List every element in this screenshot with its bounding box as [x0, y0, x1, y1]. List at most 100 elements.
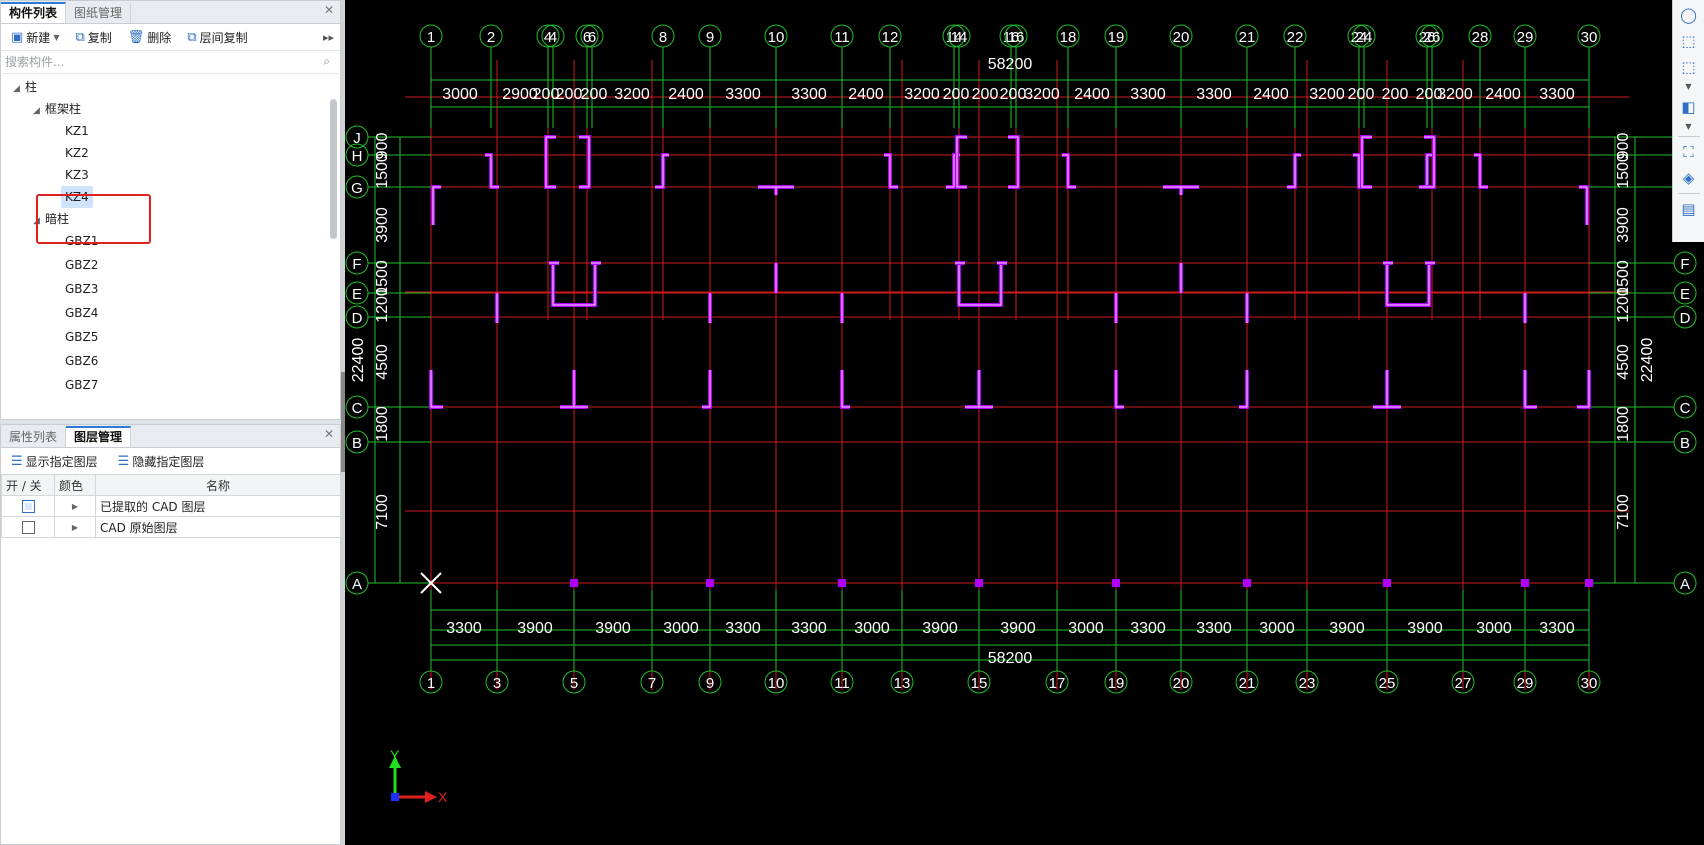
- delete-button[interactable]: 🗑 删除: [122, 26, 178, 48]
- tree-item-kz2[interactable]: KZ2: [65, 142, 89, 164]
- bottom-axis-label: 25: [1379, 675, 1396, 692]
- bottom-axis-label: 30: [1581, 675, 1598, 692]
- top-axis-label: 16: [1008, 29, 1025, 46]
- top-dimension: 200: [556, 86, 583, 103]
- tree-item-gbz4[interactable]: GBZ4: [65, 302, 98, 324]
- close-icon[interactable]: ✕: [324, 3, 334, 17]
- right-vertical-dimension: 4500: [1615, 344, 1632, 380]
- delete-label: 删除: [147, 30, 172, 45]
- collapse-arrow-icon[interactable]: ◢: [33, 100, 45, 122]
- top-dimension: 3200: [1024, 86, 1060, 103]
- tab-drawing-management[interactable]: 图纸管理: [66, 3, 132, 23]
- tab-component-list[interactable]: 构件列表: [1, 2, 67, 23]
- top-axis-label: 26: [1424, 29, 1441, 46]
- tree-item-gbz5[interactable]: GBZ5: [65, 326, 98, 348]
- floor-copy-label: 层间复制: [199, 30, 248, 45]
- hide-layer-button[interactable]: ☰ 隐藏指定图层: [112, 450, 211, 472]
- tab-layer-management[interactable]: 图层管理: [66, 426, 132, 447]
- bottom-axis-label: 19: [1108, 675, 1125, 692]
- top-dimension: 200: [1000, 86, 1027, 103]
- 3d-orbit-icon[interactable]: ◯: [1678, 4, 1700, 26]
- top-dimension: 3200: [904, 86, 940, 103]
- right-vertical-dimension: 1500: [1615, 153, 1632, 189]
- tree-item-gbz7[interactable]: GBZ7: [65, 374, 98, 394]
- search-icon[interactable]: ⌕: [323, 54, 330, 69]
- floor-copy-button[interactable]: ⧉ 层间复制: [181, 26, 253, 48]
- tree-node-column[interactable]: ◢ 柱: [13, 76, 37, 98]
- column-shape: [1008, 135, 1020, 189]
- column-shape: [840, 370, 850, 409]
- right-row-axis-label: F: [1680, 256, 1689, 273]
- bottom-dimension: 3900: [1329, 620, 1365, 637]
- column-point: [1521, 579, 1529, 587]
- layer-toggle-checkbox[interactable]: [21, 500, 35, 513]
- tree-scrollbar[interactable]: [329, 91, 337, 311]
- left-vertical-dimension: 1800: [374, 406, 391, 442]
- 3d-view-icon[interactable]: ⬚: [1678, 30, 1700, 52]
- tree-item-gbz2[interactable]: GBZ2: [65, 254, 98, 276]
- dropdown-caret-icon[interactable]: ▼: [1678, 82, 1700, 92]
- column-shape: [1419, 153, 1433, 189]
- col-name: 名称: [95, 474, 341, 496]
- top-dimension: 2400: [668, 86, 704, 103]
- column-shape: [1579, 185, 1589, 225]
- right-vertical-dimension: 1200: [1615, 287, 1632, 323]
- column-shape: [702, 370, 712, 409]
- fullscreen-icon[interactable]: ⛶: [1678, 141, 1700, 163]
- properties-icon[interactable]: ▤: [1678, 198, 1700, 220]
- column-core: [560, 370, 588, 408]
- copy-button[interactable]: ⧉ 复制: [69, 26, 117, 48]
- layer-toggle-checkbox[interactable]: [21, 521, 35, 534]
- tree-item-gbz3[interactable]: GBZ3: [65, 278, 98, 300]
- column-point: [1585, 579, 1593, 587]
- column-shape: [1577, 370, 1591, 409]
- dropdown-caret-icon[interactable]: ▼: [53, 33, 59, 42]
- cad-drawing[interactable]: 1 2 44 66 8 9 10 11 12 1414 1616 18 19 20 21 22 2424 2626…: [345, 0, 1704, 845]
- bottom-dimension: 3000: [1259, 620, 1295, 637]
- close-icon[interactable]: ✕: [324, 427, 334, 441]
- top-axis-label: 24: [1356, 29, 1373, 46]
- cad-canvas[interactable]: 1 2 4 4 6 6 8 9 10 11 12 14 14 16 16 18 19 20 21 22 24 24 26 26…: [345, 0, 1704, 845]
- bottom-dimension: 3300: [725, 620, 761, 637]
- new-button[interactable]: ▣ 新建 ▼: [5, 26, 65, 48]
- tree-item-gbz6[interactable]: GBZ6: [65, 350, 98, 372]
- layer-view-icon[interactable]: ◈: [1678, 167, 1700, 189]
- top-dimension: 3300: [791, 86, 827, 103]
- bottom-axis-label: 13: [894, 675, 911, 692]
- collapse-arrow-icon[interactable]: ◢: [13, 78, 25, 100]
- top-axis-label: 14: [951, 29, 968, 46]
- top-axis-label: 2: [487, 29, 495, 46]
- tree-item-kz1[interactable]: KZ1: [65, 120, 89, 142]
- color-expand-icon[interactable]: ▶: [54, 495, 96, 517]
- top-axis-label: 21: [1239, 29, 1256, 46]
- tab-property-list[interactable]: 属性列表: [1, 427, 67, 447]
- column-point: [838, 579, 846, 587]
- left-vertical-dimension: 1200: [374, 287, 391, 323]
- top-dimension: 3200: [1437, 86, 1473, 103]
- column-shape: [957, 263, 1003, 307]
- color-expand-icon[interactable]: ▶: [54, 516, 96, 538]
- top-dimension: 2400: [1485, 86, 1521, 103]
- tree-item-kz3[interactable]: KZ3: [65, 164, 89, 186]
- right-row-axis-label: A: [1680, 576, 1690, 593]
- bottom-dimension: 3300: [791, 620, 827, 637]
- column-shape: [1385, 263, 1431, 307]
- box-view-icon[interactable]: ⬚: [1678, 56, 1700, 78]
- dropdown-caret-icon[interactable]: ▼: [1678, 122, 1700, 132]
- solid-view-icon[interactable]: ◧: [1678, 96, 1700, 118]
- tree-node-frame-column[interactable]: ◢ 框架柱: [33, 98, 81, 120]
- column-shape: [1062, 153, 1076, 189]
- search-input[interactable]: [3, 54, 307, 70]
- show-layer-button[interactable]: ☰ 显示指定图层: [5, 450, 104, 472]
- left-row-axis-label: A: [352, 576, 362, 593]
- top-axis-label: 1: [427, 29, 435, 46]
- bottom-dimension: 3000: [1068, 620, 1104, 637]
- scrollbar-thumb[interactable]: [330, 99, 337, 239]
- new-icon: ▣: [11, 29, 24, 45]
- column-core: [958, 263, 1002, 306]
- more-arrow-icon[interactable]: ▸▸: [323, 31, 334, 44]
- left-row-axis-label: G: [351, 180, 363, 197]
- left-vertical-total: 22400: [350, 338, 367, 383]
- bottom-axis-label: 10: [768, 675, 785, 692]
- col-color: 颜色: [54, 474, 96, 496]
